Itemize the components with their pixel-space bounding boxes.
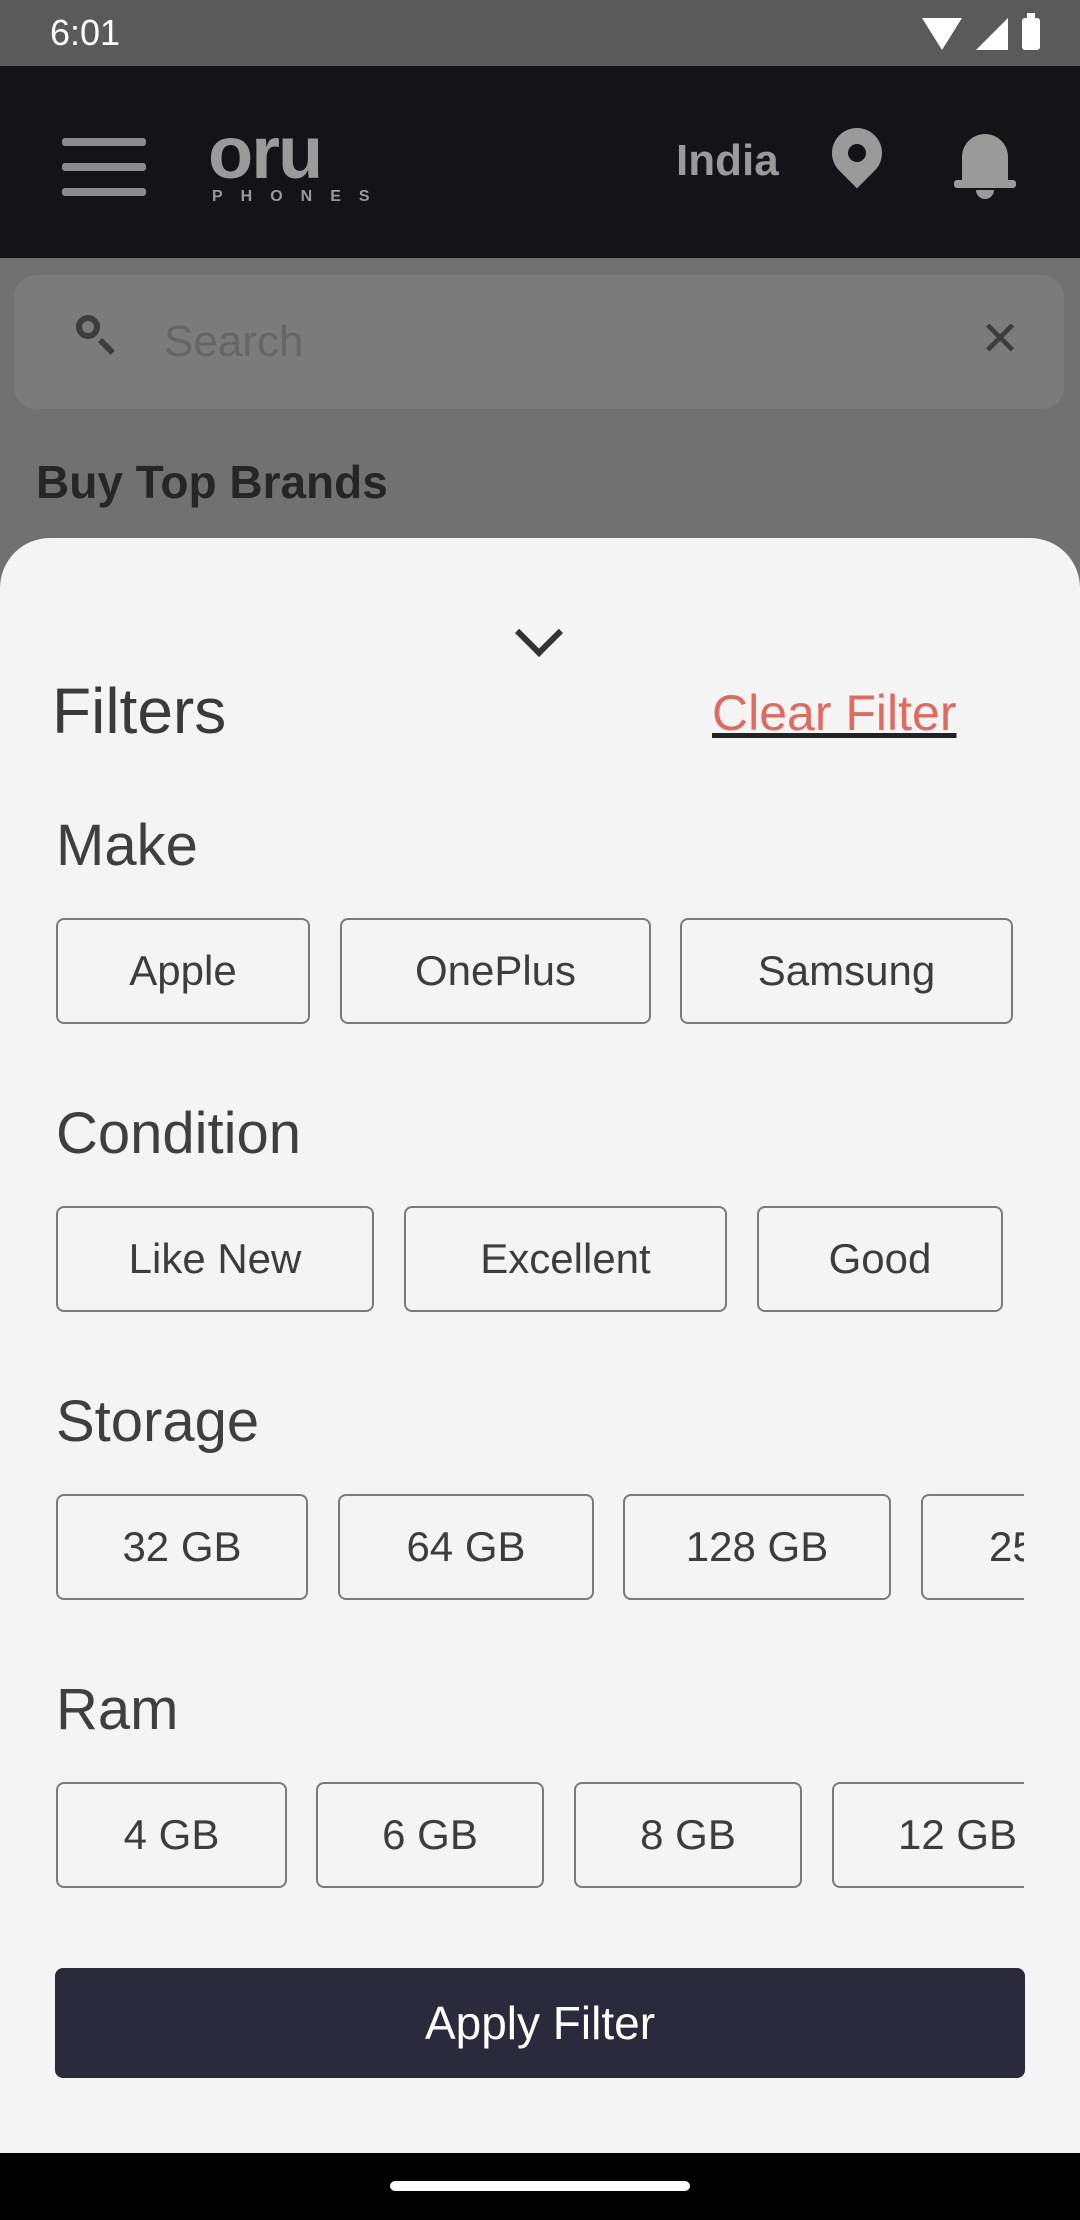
system-nav-bar bbox=[0, 2153, 1080, 2220]
filter-chip-256gb[interactable]: 256 GB bbox=[921, 1494, 1024, 1600]
signal-icon bbox=[976, 18, 1008, 50]
filter-chip-apple[interactable]: Apple bbox=[56, 918, 310, 1024]
filter-chip-12gb[interactable]: 12 GB bbox=[832, 1782, 1024, 1888]
filter-chip-good[interactable]: Good bbox=[757, 1206, 1003, 1312]
search-bar[interactable]: ✕ bbox=[14, 275, 1064, 409]
menu-icon[interactable] bbox=[62, 138, 146, 196]
search-input[interactable] bbox=[162, 303, 946, 381]
status-icons bbox=[922, 13, 1040, 54]
section-title: Buy Top Brands bbox=[36, 456, 388, 508]
make-label: Make bbox=[56, 813, 198, 878]
apply-filter-button[interactable]: Apply Filter bbox=[55, 1968, 1025, 2078]
filter-chip-8gb[interactable]: 8 GB bbox=[574, 1782, 802, 1888]
filter-chip-excellent[interactable]: Excellent bbox=[404, 1206, 727, 1312]
app-bar: oru PHONES India bbox=[0, 66, 1080, 258]
home-gesture-handle[interactable] bbox=[390, 2181, 690, 2191]
logo-sub-text: PHONES bbox=[212, 188, 388, 205]
wifi-icon bbox=[922, 18, 962, 50]
oru-phones-logo[interactable]: oru PHONES bbox=[208, 116, 408, 206]
filter-sheet: Filters Clear Filter Make Apple OnePlus … bbox=[0, 538, 1080, 2153]
condition-label: Condition bbox=[56, 1101, 302, 1166]
filter-chip-oneplus[interactable]: OnePlus bbox=[340, 918, 651, 1024]
location-pin-icon[interactable] bbox=[821, 117, 893, 189]
filter-chip-64gb[interactable]: 64 GB bbox=[338, 1494, 594, 1600]
search-icon bbox=[76, 315, 115, 355]
filter-chip-6gb[interactable]: 6 GB bbox=[316, 1782, 544, 1888]
logo-main-text: oru bbox=[208, 111, 323, 194]
status-bar: 6:01 bbox=[0, 0, 1080, 66]
filter-title: Filters bbox=[52, 675, 227, 747]
country-label[interactable]: India bbox=[676, 136, 779, 186]
filter-chip-128gb[interactable]: 128 GB bbox=[623, 1494, 891, 1600]
chevron-down-icon[interactable] bbox=[514, 608, 564, 658]
storage-label: Storage bbox=[56, 1389, 260, 1454]
filter-chip-like-new[interactable]: Like New bbox=[56, 1206, 374, 1312]
status-time: 6:01 bbox=[50, 12, 121, 53]
notification-bell-icon[interactable] bbox=[954, 126, 1016, 199]
battery-icon bbox=[1022, 13, 1040, 50]
clear-filter-link[interactable]: Clear Filter bbox=[712, 684, 956, 742]
close-icon[interactable]: ✕ bbox=[980, 315, 1020, 365]
filter-chip-4gb[interactable]: 4 GB bbox=[56, 1782, 287, 1888]
ram-label: Ram bbox=[56, 1677, 179, 1742]
filter-chip-samsung[interactable]: Samsung bbox=[680, 918, 1013, 1024]
filter-chip-32gb[interactable]: 32 GB bbox=[56, 1494, 308, 1600]
